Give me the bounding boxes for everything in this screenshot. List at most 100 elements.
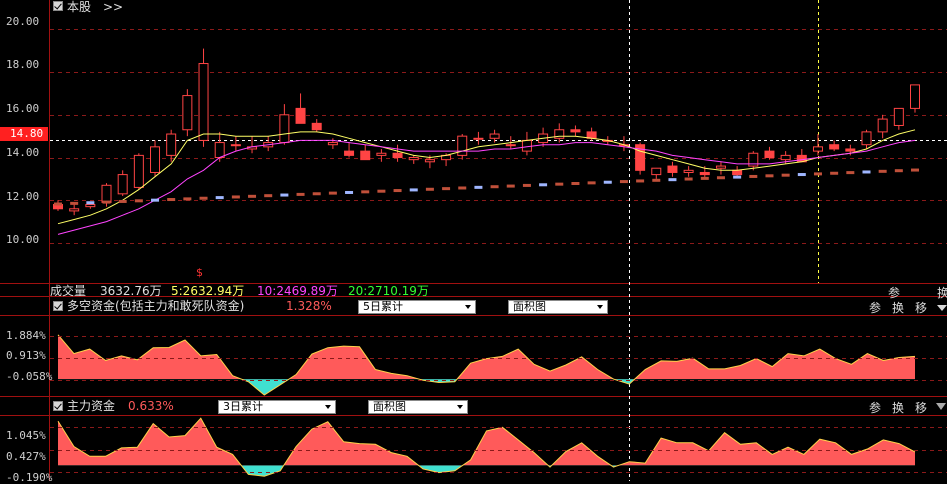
candle-body: [327, 142, 338, 146]
chip-marker: [118, 199, 127, 203]
chip-marker: [183, 197, 192, 201]
panel1-type-select[interactable]: 面积图: [508, 300, 608, 314]
panel2-level-1: 1.045%: [6, 429, 46, 442]
candle-body: [182, 95, 193, 131]
panel2-help-icon[interactable]: [53, 401, 63, 411]
candle-body: [893, 107, 904, 126]
panel1-title: 多空资金(包括主力和敢死队资金): [67, 299, 245, 313]
panel2-type-select[interactable]: 面积图: [368, 400, 468, 414]
candle-body: [877, 118, 888, 133]
top-switch-button[interactable]: 换: [937, 284, 947, 301]
main-fund-area-positive: [58, 418, 915, 466]
chip-marker: [231, 195, 240, 199]
candle-body: [376, 152, 387, 156]
volume-label: 成交量: [50, 284, 87, 298]
volume-ma5: 5:2632.94万: [171, 284, 245, 298]
chip-marker: [911, 168, 919, 172]
chip-marker: [781, 173, 790, 177]
panel2-level-2: 0.427%: [6, 450, 46, 463]
chip-marker: [215, 196, 224, 200]
candle-body: [117, 174, 128, 195]
chip-marker: [619, 180, 628, 184]
chip-marker: [733, 175, 742, 179]
volume-ma20: 20:2710.19万: [348, 284, 429, 298]
candle-body: [845, 148, 856, 152]
candle-body: [150, 146, 161, 173]
chip-marker: [54, 202, 62, 206]
chip-marker: [377, 189, 386, 193]
panel2-period-select[interactable]: 3日累计: [218, 400, 336, 414]
chip-marker: [587, 181, 596, 185]
candle-body: [295, 107, 306, 124]
panel1-level-2: 0.913%: [6, 349, 46, 362]
chip-marker: [652, 178, 661, 182]
candle-body: [586, 131, 597, 139]
panel2-switch-button[interactable]: 换: [892, 399, 904, 416]
chip-marker: [474, 185, 483, 189]
chip-marker: [636, 179, 645, 183]
chip-marker: [846, 171, 855, 175]
chevron-down-icon: [465, 305, 471, 309]
chip-marker: [361, 190, 370, 194]
panel2-level-3: -0.190%: [6, 471, 53, 484]
candle-body: [715, 165, 726, 169]
chip-marker: [328, 191, 337, 195]
chip-marker: [522, 183, 531, 187]
candle-body: [408, 157, 419, 161]
dividend-marker[interactable]: $: [196, 266, 203, 280]
chevron-down-icon[interactable]: [936, 403, 946, 410]
volume-total: 3632.76万: [100, 284, 162, 298]
chip-marker: [862, 170, 871, 174]
candle-body: [133, 154, 144, 188]
candle-body: [699, 171, 710, 176]
candle-body: [166, 133, 177, 156]
panel2-param-button[interactable]: 参: [869, 399, 881, 416]
chip-marker: [878, 169, 887, 173]
stock-title: 本股: [67, 0, 92, 14]
chip-marker: [151, 198, 160, 202]
panel2-type-label: 面积图: [373, 400, 406, 413]
chip-marker: [393, 189, 402, 193]
chip-marker: [797, 173, 806, 177]
chip-marker: [86, 201, 95, 205]
candle-body: [780, 154, 791, 161]
chip-marker: [555, 182, 564, 186]
panel1-switch-button[interactable]: 换: [892, 299, 904, 316]
candle-body: [910, 84, 920, 109]
price-label-18: 18.00: [6, 58, 40, 71]
panel2-value: 0.633%: [128, 399, 174, 413]
candle-body: [764, 150, 775, 159]
chip-marker: [458, 186, 467, 190]
volume-ma10: 10:2469.89万: [257, 284, 338, 298]
candle-body: [667, 165, 678, 173]
current-price-badge: 14.80: [0, 127, 48, 141]
chip-marker: [312, 192, 321, 196]
candle-body: [424, 159, 435, 163]
chip-marker: [749, 174, 758, 178]
chip-marker: [280, 193, 289, 197]
header-checkbox[interactable]: [53, 1, 63, 11]
chip-marker: [830, 171, 839, 175]
panel1-help-icon[interactable]: [53, 301, 63, 311]
chip-marker: [539, 183, 548, 187]
chip-marker: [813, 172, 822, 176]
candle-body: [230, 144, 241, 147]
panel2-move-button[interactable]: 移: [915, 399, 927, 416]
panel1-period-select[interactable]: 5日累计: [358, 300, 476, 314]
expand-button[interactable]: >>: [103, 0, 123, 14]
ma10-line: [57, 139, 916, 235]
candle-body: [69, 208, 80, 212]
candle-body: [473, 137, 484, 140]
candle-body: [829, 144, 840, 150]
panel1-param-button[interactable]: 参: [869, 299, 881, 316]
candle-body: [861, 131, 872, 146]
panel1-level-1: 1.884%: [6, 329, 46, 342]
candle-body: [521, 139, 532, 152]
chip-marker: [571, 182, 580, 186]
panel1-period-label: 5日累计: [363, 300, 403, 313]
price-label-10: 10.00: [6, 233, 40, 246]
panel1-collapse-icon[interactable]: [937, 305, 947, 311]
candle-body: [344, 150, 355, 156]
panel1-move-button[interactable]: 移: [915, 299, 927, 316]
chip-marker: [425, 187, 434, 191]
